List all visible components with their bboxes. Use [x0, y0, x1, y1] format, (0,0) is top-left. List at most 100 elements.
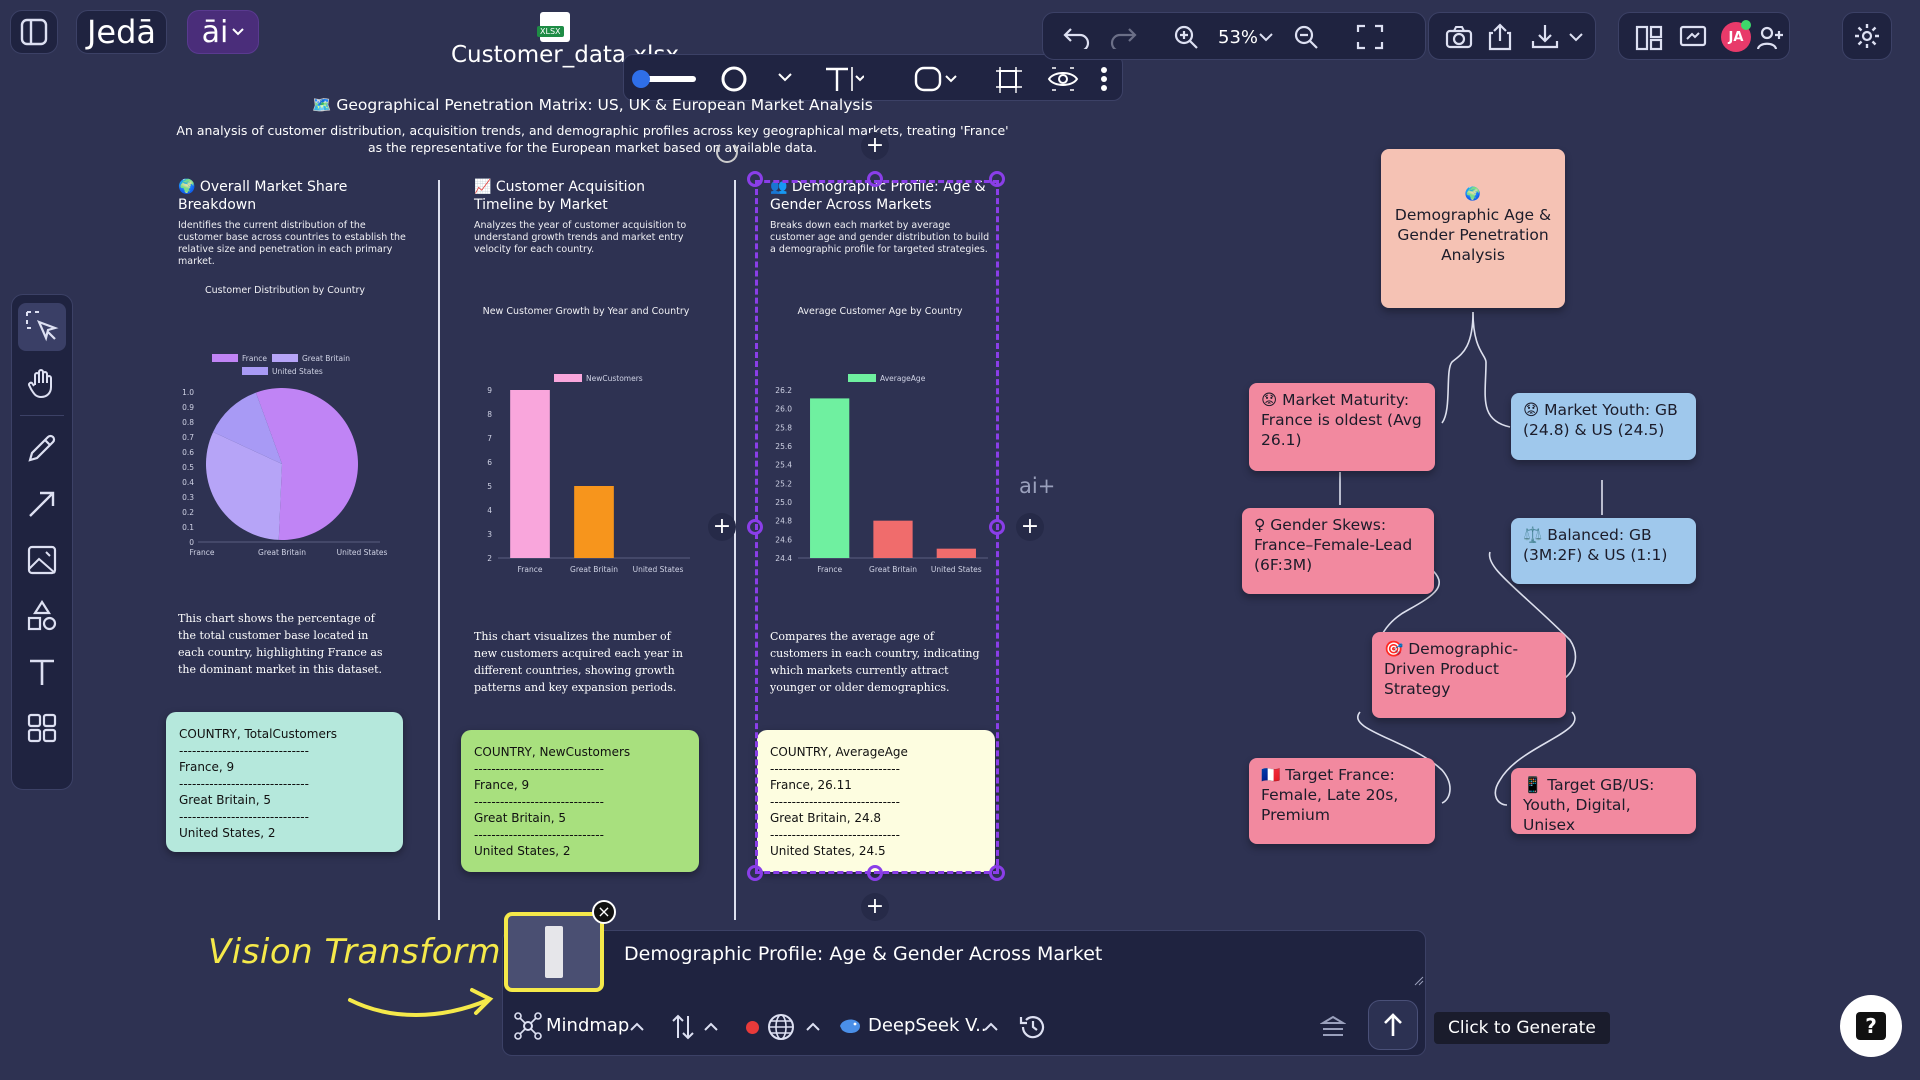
brand-logo[interactable]: Jedā [76, 10, 167, 54]
zoom-level[interactable]: 53% [1218, 27, 1258, 48]
note-line: ------------------------------ [474, 827, 604, 842]
tick-label: 4 [487, 506, 492, 515]
prompt-input[interactable]: Demographic Profile: Age & Gender Across… [624, 943, 1102, 965]
note-line: ------------------------------ [179, 776, 309, 791]
bar-chart-new-customers: New Customer Growth by Year and Country N… [483, 306, 690, 574]
sidebar-toggle-button[interactable] [10, 10, 58, 54]
tick-label: 8 [487, 410, 492, 419]
add-above-button[interactable]: + [861, 132, 889, 160]
mindmap-node[interactable]: ⚖️ Balanced: GB (3M:2F) & US (1:1) [1511, 518, 1696, 584]
data-note[interactable]: COUNTRY, NewCustomers ------------------… [461, 730, 699, 872]
shape-circle-icon[interactable] [720, 65, 748, 93]
record-dot[interactable] [746, 1021, 759, 1034]
text-format-icon[interactable] [824, 65, 864, 93]
tick-label: 0.5 [182, 463, 194, 472]
file-type-badge: XLSX [537, 26, 564, 37]
image-tool[interactable] [18, 536, 66, 584]
mindmap-node[interactable]: 📱 Target GB/US: Youth, Digital, Unisex [1511, 768, 1696, 834]
note-line: United States, 2 [474, 844, 571, 858]
add-left-button[interactable]: + [708, 513, 736, 541]
zoom-in-icon[interactable] [1173, 24, 1199, 50]
resize-handle[interactable] [747, 865, 763, 881]
fit-screen-icon[interactable] [1356, 24, 1384, 50]
legend-label: France [242, 354, 267, 363]
chevron-down-icon[interactable] [1259, 33, 1273, 42]
frame-select-icon[interactable] [994, 65, 1022, 93]
tick-label: 0.1 [182, 523, 194, 532]
remove-attachment-button[interactable]: × [592, 900, 616, 924]
bar [510, 390, 550, 558]
resize-handle[interactable] [989, 171, 1005, 187]
arrow-up-icon [1384, 1013, 1402, 1036]
rotate-handle-icon[interactable] [716, 141, 738, 163]
chevron-up-icon[interactable] [984, 1022, 998, 1031]
upload-icon[interactable] [1487, 23, 1513, 51]
model-selector[interactable]: DeepSeek V.. [868, 1015, 987, 1036]
mindmap-node[interactable]: 😟 Market Youth: GB (24.8) & US (24.5) [1511, 393, 1696, 460]
shape-style-icon[interactable] [914, 65, 958, 93]
chevron-up-icon[interactable] [630, 1022, 644, 1031]
chevron-down-icon[interactable] [778, 73, 792, 82]
resize-handle[interactable] [747, 519, 763, 535]
resize-grip-icon[interactable] [1414, 976, 1424, 986]
attached-thumbnail[interactable] [504, 912, 604, 992]
add-right-button[interactable]: + [1016, 513, 1044, 541]
ai-plus-badge[interactable]: ai+ [1019, 474, 1055, 498]
tick-label: 0.8 [182, 418, 194, 427]
resize-handle[interactable] [989, 519, 1005, 535]
mode-selector[interactable]: Mindmap [546, 1015, 629, 1036]
hand-tool[interactable] [18, 359, 66, 407]
data-note[interactable]: COUNTRY, TotalCustomers ----------------… [166, 712, 403, 852]
chevron-up-icon[interactable] [806, 1022, 820, 1031]
arrow-tool[interactable] [18, 480, 66, 528]
online-status-dot [1741, 20, 1751, 30]
export-group [1428, 12, 1596, 60]
mindmap-root-node[interactable]: 🌍 Demographic Age & Gender Penetration A… [1381, 149, 1565, 308]
visibility-icon[interactable] [1047, 65, 1079, 93]
download-icon[interactable] [1531, 23, 1559, 51]
add-below-button[interactable]: + [861, 893, 889, 921]
layers-icon[interactable] [1320, 1014, 1346, 1040]
resize-handle[interactable] [867, 865, 883, 881]
chevron-up-icon[interactable] [704, 1022, 718, 1031]
sort-icon[interactable] [672, 1014, 694, 1040]
generate-button[interactable] [1368, 1000, 1418, 1050]
note-line: France, 9 [474, 778, 530, 792]
resize-handle[interactable] [867, 171, 883, 187]
text-tool[interactable] [18, 648, 66, 696]
avatar-initials: JA [1728, 29, 1744, 45]
help-icon: ? [1856, 1012, 1886, 1040]
mindmap-icon[interactable] [514, 1012, 542, 1040]
resize-handle[interactable] [989, 865, 1005, 881]
present-icon[interactable] [1679, 25, 1707, 51]
undo-icon[interactable] [1063, 25, 1091, 49]
add-user-icon[interactable] [1757, 25, 1785, 51]
help-button[interactable]: ? [1840, 995, 1902, 1057]
redo-icon[interactable] [1109, 25, 1137, 49]
more-vertical-icon[interactable] [1100, 65, 1108, 93]
chevron-down-icon[interactable] [1569, 33, 1583, 42]
layout-icon[interactable] [1635, 25, 1663, 51]
web-search-icon[interactable] [766, 1012, 796, 1042]
zoom-out-icon[interactable] [1293, 24, 1319, 50]
tick-label: 0 [189, 538, 194, 547]
shapes-tool[interactable] [18, 592, 66, 640]
select-tool[interactable] [18, 303, 66, 351]
mindmap-node[interactable]: 🇫🇷 Target France: Female, Late 20s, Prem… [1249, 758, 1435, 844]
ai-menu-button[interactable]: āi [187, 10, 259, 54]
mindmap-node[interactable]: 🎯 Demographic-Driven Product Strategy [1372, 632, 1566, 718]
history-icon[interactable] [1018, 1012, 1048, 1042]
mindmap-node[interactable]: 😟 Market Maturity: France is oldest (Avg… [1249, 383, 1435, 471]
mindmap-node[interactable]: ♀ Gender Skews: France–Female-Lead (6F:3… [1242, 508, 1434, 594]
note-line: France, 9 [179, 760, 235, 774]
selection-frame[interactable] [755, 180, 999, 874]
pen-tool[interactable] [18, 424, 66, 472]
deepseek-whale-icon[interactable] [838, 1016, 862, 1036]
camera-icon[interactable] [1445, 25, 1473, 49]
settings-button[interactable] [1842, 12, 1892, 60]
divider [734, 180, 736, 920]
templates-tool[interactable] [18, 704, 66, 752]
stroke-width-slider-thumb[interactable] [632, 70, 650, 88]
resize-handle[interactable] [747, 171, 763, 187]
pie-chart: Customer Distribution by Country France Gr… [182, 285, 387, 557]
